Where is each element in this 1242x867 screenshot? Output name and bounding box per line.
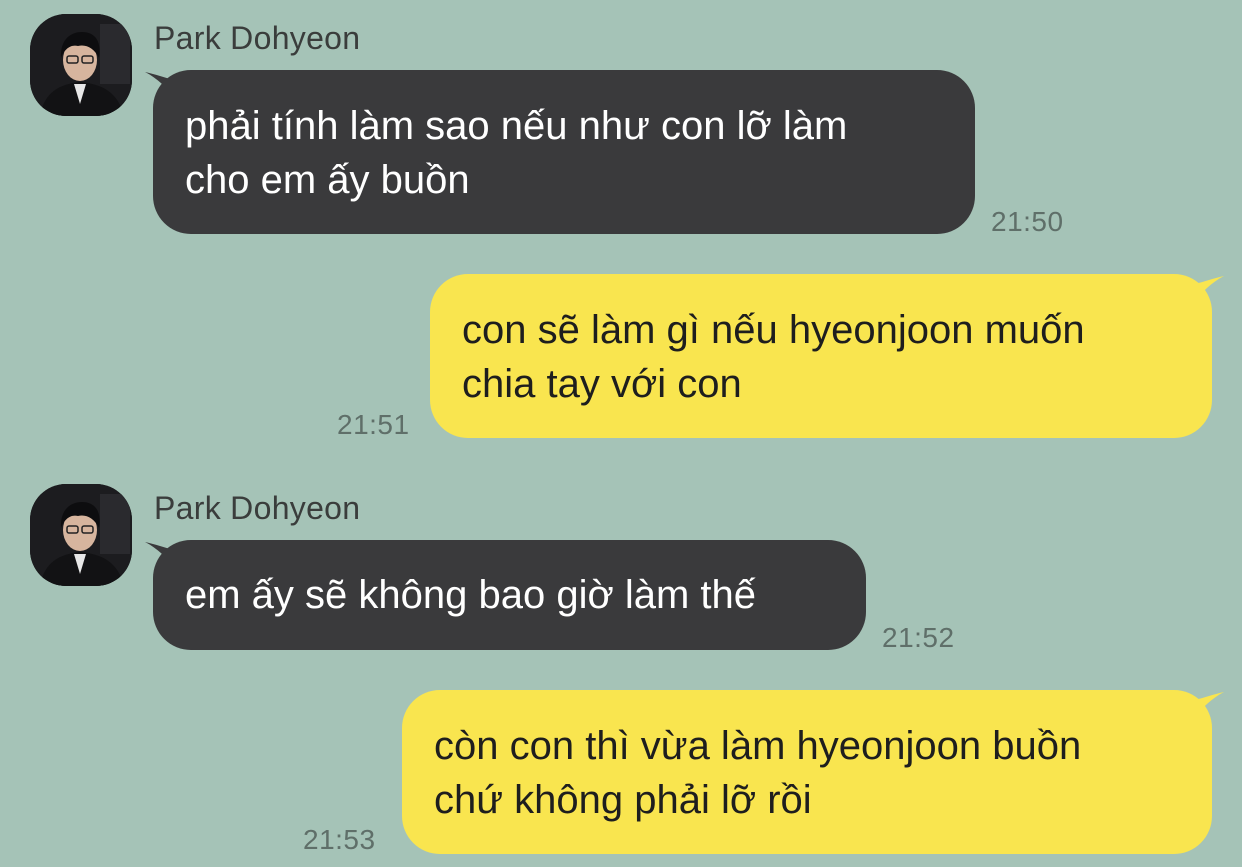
bubble-tail	[1194, 276, 1224, 302]
profile-photo-icon	[30, 484, 132, 586]
outgoing-message-bubble[interactable]: còn con thì vừa làm hyeonjoon buồn chứ k…	[402, 690, 1212, 854]
message-timestamp: 21:53	[303, 824, 376, 855]
message-line: còn con thì vừa làm hyeonjoon buồn	[434, 724, 1082, 768]
message-timestamp: 21:52	[882, 622, 955, 653]
bubble-tail	[1194, 692, 1224, 718]
message-timestamp: 21:50	[991, 206, 1064, 237]
message-line: chia tay với con	[462, 362, 742, 406]
incoming-message-bubble[interactable]: phải tính làm sao nếu như con lỡ làm cho…	[153, 70, 975, 234]
sender-avatar[interactable]	[30, 14, 132, 116]
profile-photo-icon	[30, 14, 132, 116]
message-line: em ấy sẽ không bao giờ làm thế	[185, 573, 756, 617]
sender-name: Park Dohyeon	[154, 20, 361, 56]
sender-name: Park Dohyeon	[154, 490, 361, 526]
message-timestamp: 21:51	[337, 409, 410, 440]
message-line: con sẽ làm gì nếu hyeonjoon muốn	[462, 308, 1085, 352]
incoming-message-bubble[interactable]: em ấy sẽ không bao giờ làm thế	[153, 540, 866, 650]
outgoing-message-bubble[interactable]: con sẽ làm gì nếu hyeonjoon muốn chia ta…	[430, 274, 1212, 438]
message-line: chứ không phải lỡ rồi	[434, 778, 812, 822]
sender-avatar[interactable]	[30, 484, 132, 586]
message-line: phải tính làm sao nếu như con lỡ làm	[185, 104, 848, 148]
message-line: cho em ấy buồn	[185, 158, 470, 202]
